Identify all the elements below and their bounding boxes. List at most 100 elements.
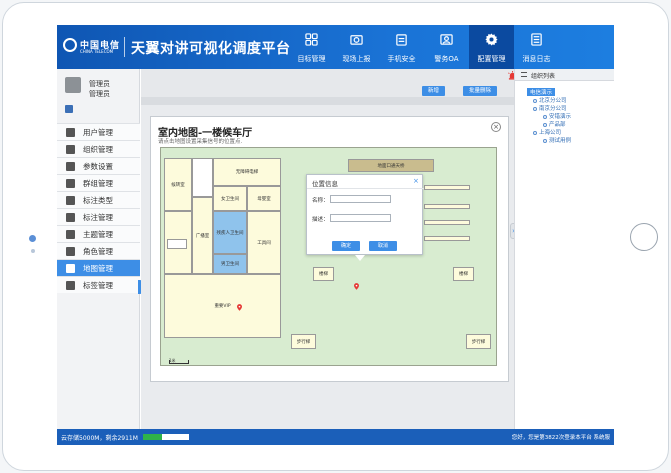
map-room: 男卫生间 [213, 254, 247, 274]
location-pin-icon[interactable] [354, 283, 359, 290]
storage-progress [143, 434, 189, 440]
close-icon[interactable]: × [491, 122, 501, 132]
sidebar-item-label: 群组管理 [83, 179, 113, 188]
map-room [167, 239, 187, 249]
floor-plan-map[interactable]: 地面口通天桥 候转室 无障碍电梯 女卫生间 母婴室 楼梯 广播室 残疾人卫生间 … [160, 147, 497, 366]
map-room: 女卫生间 [213, 186, 247, 211]
nav-message-log[interactable]: 消息日志 [514, 25, 559, 69]
sidebar-item-label-management[interactable]: 标签管理 [57, 276, 140, 293]
app-header: 中国电信 CHINA TELECOM 天翼对讲可视化调度平台 目标管理 现场上报… [57, 25, 614, 69]
nav-config-management[interactable]: 配置管理 [469, 25, 514, 69]
sidebar-item-label: 用户管理 [83, 128, 113, 137]
sensor-dot [31, 249, 35, 253]
logo-subtext: CHINA TELECOM [80, 49, 114, 54]
nav-phone-security[interactable]: 手机安全 [379, 25, 424, 69]
map-room: 母婴室 [247, 186, 281, 211]
node-icon [533, 106, 537, 111]
tree-node[interactable]: 安错演示 [543, 112, 571, 120]
app-screen: 中国电信 CHINA TELECOM 天翼对讲可视化调度平台 目标管理 现场上报… [57, 25, 614, 445]
brand-logo: 中国电信 CHINA TELECOM [63, 38, 123, 58]
camera-icon [350, 35, 363, 45]
node-icon [533, 98, 537, 103]
label-icon [66, 281, 75, 290]
confirm-button[interactable]: 确定 [332, 241, 360, 251]
map-corridor [424, 204, 470, 209]
close-icon[interactable]: × [413, 177, 419, 185]
sidebar-item-role-management[interactable]: 角色管理 [57, 242, 140, 259]
map-room: 广播室 [192, 197, 213, 274]
map-scale: 1米 [169, 358, 188, 364]
user-info: 管理员 管理员 [57, 69, 140, 121]
sidebar-item-mark-management[interactable]: 标注管理 [57, 208, 140, 225]
nav-label: 消息日志 [522, 55, 551, 63]
tree-node[interactable]: 产品部 [543, 120, 566, 128]
tree-node[interactable]: 测试用例 [543, 136, 571, 144]
tree-node[interactable]: 北京分公司 [533, 96, 567, 104]
org-tree-panel: 组织列表 电信演示 北京分公司 南京分公司 安错演示 产品部 上海公司 测试用例 [514, 69, 614, 429]
tree-node-root[interactable]: 电信演示 [527, 88, 556, 96]
nav-label: 警务OA [434, 55, 459, 63]
tag-user-icon [66, 213, 75, 222]
group-icon [66, 179, 75, 188]
name-label: 名称： [312, 198, 329, 204]
sidebar-menu: 用户管理 组织管理 参数设置 群组管理 标注类型 标注管理 主题管理 角色管理 … [57, 123, 140, 293]
sidebar-item-label: 标注管理 [83, 213, 113, 222]
sidebar-item-label: 组织管理 [83, 145, 113, 154]
sidebar-item-theme-management[interactable]: 主题管理 [57, 225, 140, 242]
sidebar: 管理员 管理员 用户管理 组织管理 参数设置 群组管理 标注类型 标注管理 主题… [57, 69, 143, 429]
tree-node[interactable]: 上海公司 [533, 128, 561, 136]
sidebar-item-map-management[interactable]: 地图管理 [57, 259, 140, 276]
node-icon [543, 114, 547, 119]
location-pin-icon[interactable] [237, 304, 242, 311]
map-room: 无障碍电梯 [213, 158, 281, 186]
sidebar-item-group-management[interactable]: 群组管理 [57, 174, 140, 191]
add-button[interactable]: 新增 [422, 86, 446, 96]
sidebar-item-mark-types[interactable]: 标注类型 [57, 191, 140, 208]
telecom-logo-icon [63, 38, 77, 52]
indoor-map-dialog: 室内地图-一楼候车厅 请点击地图设置采集信号的位置点. × 地面口通天桥 候转室… [150, 116, 509, 382]
nav-field-report[interactable]: 现场上报 [334, 25, 379, 69]
table-header-strip [141, 97, 514, 105]
popup-divider [307, 188, 424, 189]
map-corridor [424, 185, 470, 190]
user-name: 管理员 [89, 80, 110, 88]
description-label: 描述： [312, 217, 329, 223]
nav-target-management[interactable]: 目标管理 [289, 25, 334, 69]
org-tree-title: 组织列表 [531, 73, 556, 80]
cancel-button[interactable]: 取消 [369, 241, 397, 251]
sidebar-item-label: 角色管理 [83, 247, 113, 256]
dialog-subtitle: 请点击地图设置采集信号的位置点. [158, 139, 243, 145]
document-icon [531, 33, 542, 46]
map-room: 残疾人卫生间 [213, 211, 247, 254]
main-nav: 目标管理 现场上报 手机安全 警务OA 配置管理 消息日志 [289, 25, 559, 69]
name-input[interactable] [330, 195, 391, 203]
tree-node[interactable]: 南京分公司 [533, 104, 567, 112]
sidebar-item-org-management[interactable]: 组织管理 [57, 140, 140, 157]
sidebar-item-parameters[interactable]: 参数设置 [57, 157, 140, 174]
flag-icon [66, 196, 75, 205]
map-room: 工具间 [247, 211, 281, 274]
map-room: 楼梯 [453, 267, 474, 281]
toolbar: 新增 批量删除 [141, 69, 514, 97]
sidebar-item-label: 参数设置 [83, 162, 113, 171]
layers-icon [66, 264, 75, 273]
home-button[interactable] [630, 223, 658, 251]
camera-dot [29, 235, 36, 242]
sidebar-item-label: 标签管理 [83, 281, 113, 290]
shield-icon[interactable] [65, 105, 73, 113]
nav-label: 手机安全 [387, 55, 416, 63]
grid-icon [305, 33, 318, 46]
status-bar: 云存储5000M，剩余2911M 您好，您是第3822次登录本平台 系统服 [57, 429, 614, 445]
welcome-text: 您好，您是第3822次登录本平台 系统服 [511, 435, 610, 441]
map-room: 重要VIP [164, 274, 281, 338]
map-room [192, 158, 213, 197]
settings-icon [66, 162, 75, 171]
header-divider [124, 37, 125, 57]
description-input[interactable] [330, 214, 391, 222]
nav-label: 目标管理 [297, 55, 326, 63]
batch-delete-button[interactable]: 批量删除 [463, 86, 498, 96]
nav-police-oa[interactable]: 警务OA [424, 25, 469, 69]
storage-progress-fill [143, 434, 163, 440]
clipboard-icon [396, 34, 407, 46]
sidebar-item-user-management[interactable]: 用户管理 [57, 123, 140, 140]
